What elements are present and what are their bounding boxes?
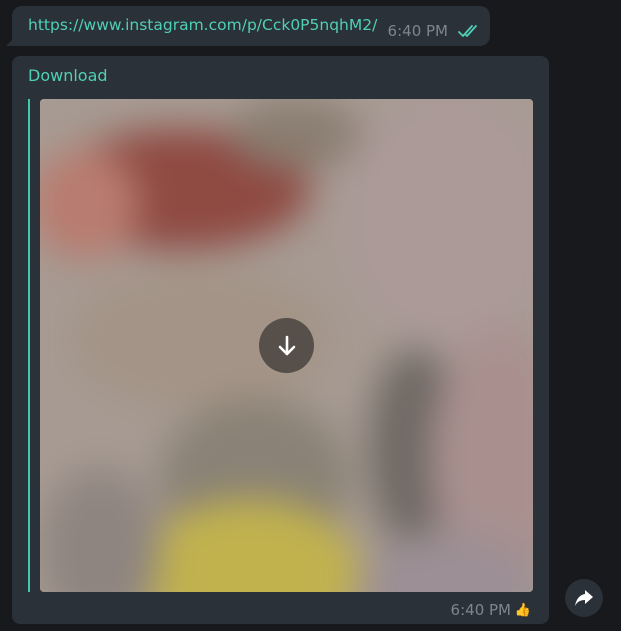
download-button[interactable] bbox=[259, 318, 314, 373]
chat-history: https://www.instagram.com/p/Cck0P5nqhM2/… bbox=[0, 0, 621, 631]
download-label[interactable]: Download bbox=[28, 66, 108, 85]
instagram-link[interactable]: https://www.instagram.com/p/Cck0P5nqhM2/ bbox=[28, 16, 377, 34]
media-message-meta: 6:40 PM 👍 bbox=[450, 601, 532, 619]
link-message-bubble[interactable]: https://www.instagram.com/p/Cck0P5nqhM2/… bbox=[6, 6, 490, 46]
double-check-icon bbox=[458, 24, 480, 38]
blurred-photo-preview[interactable] bbox=[40, 99, 533, 592]
download-arrow-icon bbox=[278, 335, 295, 355]
quote-accent-bar bbox=[28, 99, 30, 592]
message-time: 6:40 PM bbox=[387, 22, 448, 40]
message-time: 6:40 PM bbox=[450, 601, 511, 619]
thumbs-up-reaction[interactable]: 👍 bbox=[515, 602, 531, 618]
link-message-meta: 6:40 PM bbox=[388, 22, 480, 40]
media-message-bubble[interactable]: Download 6:40 PM 👍 bbox=[12, 56, 549, 624]
forward-button[interactable] bbox=[565, 579, 603, 617]
forward-arrow-icon bbox=[575, 590, 593, 606]
